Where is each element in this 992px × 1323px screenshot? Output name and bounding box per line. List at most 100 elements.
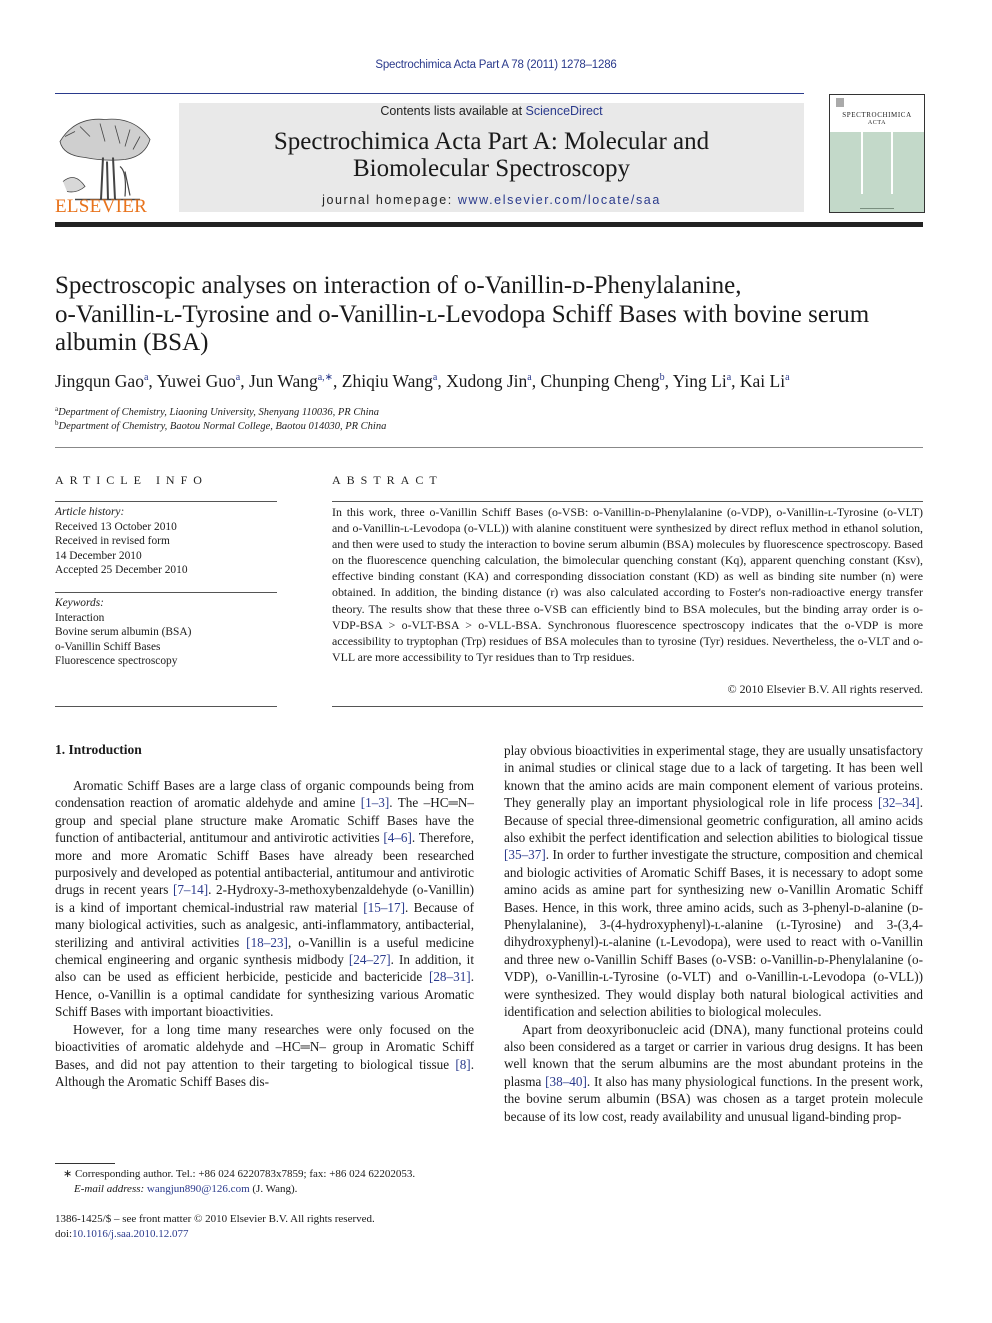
sciencedirect-link[interactable]: ScienceDirect: [526, 104, 603, 118]
email-link[interactable]: wangjun890@126.com: [147, 1183, 250, 1195]
front-matter: 1386-1425/$ – see front matter © 2010 El…: [55, 1212, 375, 1242]
author-name: Jun Wang: [248, 371, 318, 391]
doi-line: doi:10.1016/j.saa.2010.12.077: [55, 1227, 375, 1242]
cover-subtitle: ACTA: [867, 120, 887, 126]
author[interactable]: Xudong Jina: [446, 371, 532, 391]
author[interactable]: Yuwei Guoa: [157, 371, 241, 391]
doi-prefix: doi:: [55, 1228, 73, 1240]
journal-title-line: Spectrochimica Acta Part A: Molecular an…: [273, 128, 710, 155]
author[interactable]: Chunping Chengb: [541, 371, 665, 391]
citation-reference-link[interactable]: [15–17]: [363, 900, 405, 915]
citation-reference-link[interactable]: [7–14]: [173, 882, 208, 897]
elsevier-wordmark: ELSEVIER: [55, 196, 148, 217]
homepage-prefix: journal homepage:: [322, 193, 458, 207]
citation-reference-link[interactable]: [28–31]: [429, 969, 471, 984]
keyword: Bovine serum albumin (BSA): [55, 626, 192, 639]
keyword: o-Vanillin Schiff Bases: [55, 640, 161, 653]
citation-reference-link[interactable]: [24–27]: [349, 952, 391, 967]
issn-line: 1386-1425/$ – see front matter © 2010 El…: [55, 1213, 375, 1225]
author[interactable]: Zhiqiu Wanga: [342, 371, 438, 391]
article-title: Spectroscopic analyses on interaction of…: [55, 272, 935, 358]
title-line: albumin (BSA): [55, 329, 209, 356]
body-paragraph: play obvious bioactivities in experiment…: [504, 743, 923, 1020]
email-label: E-mail address:: [74, 1183, 147, 1195]
author-affiliation-mark[interactable]: a: [433, 372, 437, 383]
homepage-line: journal homepage: www.elsevier.com/locat…: [179, 193, 804, 207]
cover-stripe: [861, 132, 863, 194]
cover-stripe: [891, 132, 893, 194]
history-item: Accepted 25 December 2010: [55, 564, 188, 577]
contents-line: Contents lists available at ScienceDirec…: [179, 104, 804, 118]
doi-link[interactable]: 10.1016/j.saa.2010.12.077: [72, 1228, 188, 1240]
history-label: Article history:: [55, 506, 125, 518]
citation-reference-link[interactable]: [32–34]: [878, 795, 920, 810]
citation-reference-link[interactable]: [1–3]: [361, 795, 390, 810]
affiliation-a: aDepartment of Chemistry, Liaoning Unive…: [55, 405, 379, 418]
citation-reference-link[interactable]: [8]: [455, 1057, 470, 1072]
history-item: Received in revised form: [55, 535, 170, 548]
author-name: Jingqun Gao: [55, 371, 144, 391]
author-name: Chunping Cheng: [540, 371, 660, 391]
author-affiliation-mark[interactable]: b: [660, 372, 665, 383]
author-name: Xudong Jin: [446, 371, 528, 391]
author-name: Ying Li: [672, 371, 727, 391]
affiliation-b: bDepartment of Chemistry, Baotou Normal …: [55, 419, 386, 432]
title-line: Spectroscopic analyses on interaction of…: [55, 272, 742, 299]
author-affiliation-mark[interactable]: a: [785, 372, 789, 383]
keywords-rule: [55, 592, 277, 593]
author-name: Zhiqiu Wang: [341, 371, 433, 391]
affiliation-text: Department of Chemistry, Baotou Normal C…: [58, 421, 387, 432]
citation-reference-link[interactable]: [35–37]: [504, 847, 546, 862]
author-affiliation-mark[interactable]: a: [236, 372, 240, 383]
abstract-end-rule: [332, 706, 923, 707]
email-suffix: (J. Wang).: [249, 1183, 298, 1195]
author-affiliation-mark[interactable]: a,∗: [318, 372, 333, 383]
history-item: 14 December 2010: [55, 549, 142, 562]
citation-reference-link[interactable]: [18–23]: [246, 935, 288, 950]
corresponding-author-text: ∗ Corresponding author. Tel.: +86 024 62…: [63, 1168, 416, 1180]
article-info-rule: [55, 501, 277, 502]
abstract-rule: [332, 501, 923, 502]
contents-prefix: Contents lists available at: [380, 104, 526, 118]
author-affiliation-mark[interactable]: a: [727, 372, 731, 383]
citation-reference-link[interactable]: [4–6]: [383, 830, 412, 845]
journal-title-line: Biomolecular Spectroscopy: [352, 155, 630, 182]
author[interactable]: Jun Wanga,∗: [249, 371, 333, 391]
journal-title: Spectrochimica Acta Part A: Molecular an…: [179, 128, 804, 182]
body-column-right: play obvious bioactivities in experiment…: [504, 742, 923, 1125]
section-divider: [55, 447, 923, 448]
author[interactable]: Ying Lia: [673, 371, 731, 391]
article-info-heading: ARTICLE INFO: [55, 473, 208, 487]
journal-citation[interactable]: Spectrochimica Acta Part A 78 (2011) 127…: [0, 59, 992, 71]
author-list: Jingqun Gaoa, Yuwei Guoa, Jun Wanga,∗, Z…: [55, 371, 790, 391]
body-paragraph: Aromatic Schiff Bases are a large class …: [55, 778, 475, 1020]
keyword: Interaction: [55, 611, 105, 624]
body-paragraph: However, for a long time many researches…: [55, 1021, 474, 1089]
author-affiliation-mark[interactable]: a: [527, 372, 531, 383]
affiliation-text: Department of Chemistry, Liaoning Univer…: [58, 407, 380, 418]
citation-reference-link[interactable]: [38–40]: [545, 1074, 587, 1089]
cover-title: SPECTROCHIMICA: [842, 111, 912, 119]
body-paragraph: Apart from deoxyribonucleic acid (DNA), …: [504, 1021, 924, 1124]
journal-homepage-link[interactable]: www.elsevier.com/locate/saa: [458, 193, 661, 207]
email-line: E-mail address: wangjun890@126.com (J. W…: [63, 1182, 415, 1197]
author[interactable]: Jingqun Gaoa: [55, 371, 148, 391]
article-history: Article history: Received 13 October 201…: [55, 505, 277, 578]
abstract-copyright: © 2010 Elsevier B.V. All rights reserved…: [727, 682, 923, 696]
history-item: Received 13 October 2010: [55, 520, 177, 533]
header-rule: [55, 93, 804, 94]
cover-logo-icon: [836, 98, 844, 107]
abstract-heading: ABSTRACT: [332, 473, 443, 487]
cover-footer-line: [860, 208, 894, 209]
journal-cover-thumbnail[interactable]: SPECTROCHIMICA ACTA: [829, 94, 925, 213]
body-column-left: Aromatic Schiff Bases are a large class …: [55, 777, 474, 1090]
keywords-label: Keywords:: [55, 597, 104, 609]
abstract-text: In this work, three o-Vanillin Schiff Ba…: [332, 505, 923, 664]
author-affiliation-mark[interactable]: a: [144, 372, 148, 383]
introduction-heading: 1. Introduction: [55, 742, 142, 757]
footnote-rule: [55, 1163, 115, 1164]
author-name: Yuwei Guo: [156, 371, 236, 391]
journal-header-box: Contents lists available at ScienceDirec…: [179, 103, 804, 212]
author[interactable]: Kai Lia: [740, 371, 790, 391]
keyword: Fluorescence spectroscopy: [55, 655, 178, 668]
